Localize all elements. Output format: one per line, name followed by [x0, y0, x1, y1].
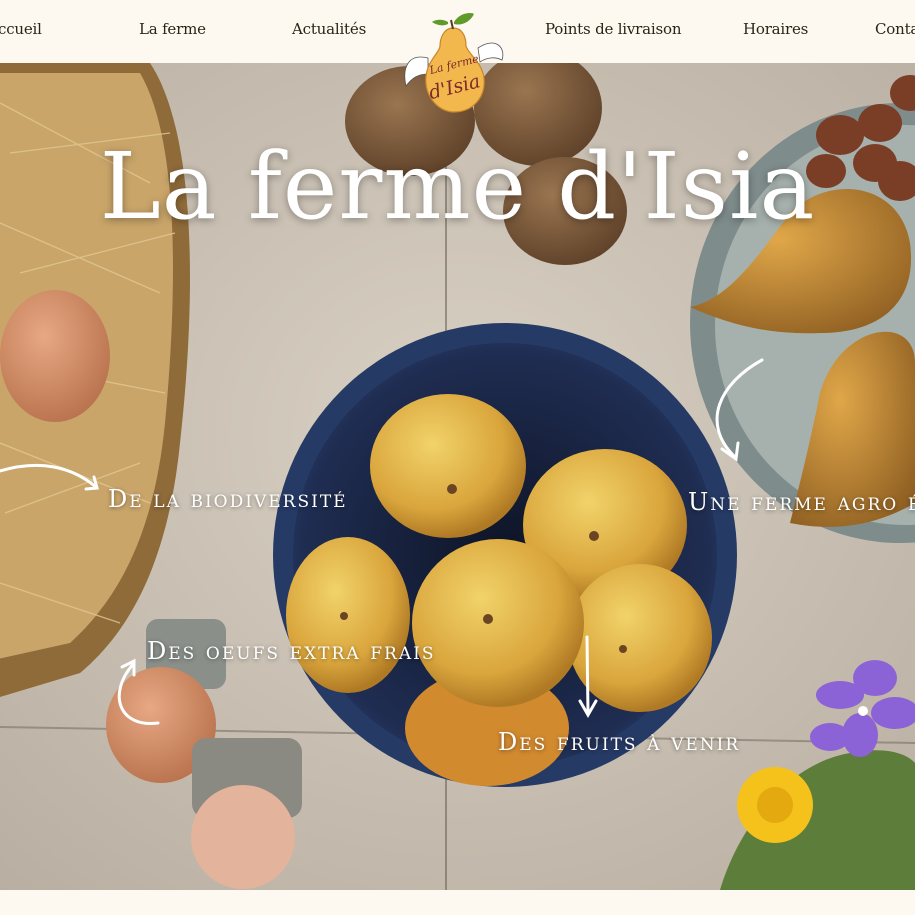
page-bottom-strip [0, 890, 915, 915]
hero-banner: La ferme d'Isia De la biodiversité Une f… [0, 63, 915, 890]
tag-fruits: Des fruits à venir [498, 728, 741, 756]
tag-biodiversity: De la biodiversité [108, 485, 348, 513]
nav-link-la-ferme[interactable]: La ferme [139, 20, 206, 38]
tag-fresh-eggs: Des oeufs extra frais [147, 637, 436, 665]
logo-pear-icon: La ferme d'Isia [404, 12, 504, 113]
site-logo[interactable]: La ferme d'Isia [398, 8, 508, 120]
nav-link-actualites[interactable]: Actualités [292, 20, 366, 38]
nav-link-contact[interactable]: Contac [875, 20, 915, 38]
nav-link-horaires[interactable]: Horaires [743, 20, 808, 38]
hero-title: La ferme d'Isia [99, 133, 816, 240]
tag-agro-eco: Une ferme agro éco [688, 488, 915, 516]
nav-link-accueil[interactable]: ccueil [0, 20, 42, 38]
nav-link-points-de-livraison[interactable]: Points de livraison [545, 20, 681, 38]
